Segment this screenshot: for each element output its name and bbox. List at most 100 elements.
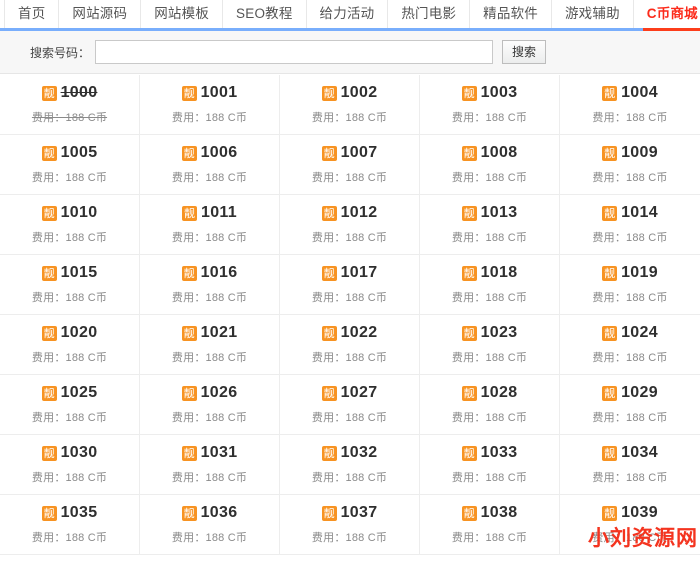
search-bar: 搜索号码： 搜索	[0, 31, 700, 74]
number-card-price: 费用：188 C币	[592, 109, 667, 125]
number-card[interactable]: 靓1029费用：188 C币	[560, 375, 700, 435]
number-card-price: 费用：188 C币	[312, 469, 387, 485]
number-card[interactable]: 靓1006费用：188 C币	[140, 135, 280, 195]
number-card-price: 费用：188 C币	[452, 349, 527, 365]
nav-item-1[interactable]: 网站源码	[59, 0, 141, 28]
number-card-price: 费用：188 C币	[312, 289, 387, 305]
number-card-price: 费用：188 C币	[592, 289, 667, 305]
number-card-title: 靓1026	[182, 384, 238, 402]
number-card[interactable]: 靓1007 费用：188 C币	[280, 135, 420, 195]
number-card[interactable]: 靓1018费用：188 C币	[420, 255, 560, 315]
liang-badge-icon: 靓	[602, 266, 617, 281]
number-card[interactable]: 靓1032费用：188 C币	[280, 435, 420, 495]
nav-item-6[interactable]: 精品软件	[470, 0, 552, 28]
number-card-number: 1023	[481, 324, 518, 342]
liang-badge-icon: 靓	[462, 146, 477, 161]
number-card[interactable]: 靓1022费用：188 C币	[280, 315, 420, 375]
number-card[interactable]: 靓1016费用：188 C币	[140, 255, 280, 315]
number-card[interactable]: 靓1017 费用：188 C币	[280, 255, 420, 315]
number-card-title: 靓1007	[322, 144, 378, 162]
number-card-title: 靓1017	[322, 264, 378, 282]
number-card-number: 1021	[201, 324, 238, 342]
number-card-title: 靓1025	[42, 384, 98, 402]
number-card-price: 费用：188 C币	[312, 169, 387, 185]
liang-badge-icon: 靓	[602, 146, 617, 161]
number-card[interactable]: 靓1019费用：188 C币	[560, 255, 700, 315]
number-card-number: 1003	[481, 84, 518, 102]
number-card[interactable]: 靓1028费用：188 C币	[420, 375, 560, 435]
number-card-price: 费用：188 C币	[32, 229, 107, 245]
nav-item-5[interactable]: 热门电影	[388, 0, 470, 28]
number-card[interactable]: 靓1038费用：188 C币	[420, 495, 560, 555]
number-card-title: 靓1022	[322, 324, 378, 342]
number-grid: 靓1000费用：188 C币靓1001费用：188 C币靓1002费用：188 …	[0, 74, 700, 555]
number-card[interactable]: 靓1033费用：188 C币	[420, 435, 560, 495]
number-card[interactable]: 靓1021费用：188 C币	[140, 315, 280, 375]
number-card-title: 靓1034	[602, 444, 658, 462]
number-card[interactable]: 靓1031费用：188 C币	[140, 435, 280, 495]
liang-badge-icon: 靓	[182, 326, 197, 341]
number-card-number: 1001	[201, 84, 238, 102]
number-card-title: 靓1002	[322, 84, 378, 102]
number-card[interactable]: 靓1014费用：188 C币	[560, 195, 700, 255]
number-card[interactable]: 靓1025费用：188 C币	[0, 375, 140, 435]
number-card[interactable]: 靓1030费用：188 C币	[0, 435, 140, 495]
number-card-price: 费用：188 C币	[312, 409, 387, 425]
number-card-number: 1009	[621, 144, 658, 162]
number-card[interactable]: 靓1035费用：188 C币	[0, 495, 140, 555]
liang-badge-icon: 靓	[182, 146, 197, 161]
liang-badge-icon: 靓	[462, 326, 477, 341]
liang-badge-icon: 靓	[602, 326, 617, 341]
search-input[interactable]	[95, 40, 493, 64]
number-card-title: 靓1020	[42, 324, 98, 342]
number-card[interactable]: 靓1034费用：188 C币	[560, 435, 700, 495]
number-card-price: 费用：188 C币	[32, 529, 107, 545]
number-card[interactable]: 靓1012费用：188 C币	[280, 195, 420, 255]
number-card[interactable]: 靓1036费用：188 C币	[140, 495, 280, 555]
nav-item-3[interactable]: SEO教程	[223, 0, 307, 28]
number-card-number: 1024	[621, 324, 658, 342]
nav-item-0[interactable]: 首页	[4, 0, 59, 28]
liang-badge-icon: 靓	[182, 386, 197, 401]
number-card-price: 费用：188 C币	[172, 469, 247, 485]
number-card-price: 费用：188 C币	[592, 409, 667, 425]
search-button[interactable]: 搜索	[502, 40, 546, 64]
number-card[interactable]: 靓1003费用：188 C币	[420, 75, 560, 135]
nav-item-7[interactable]: 游戏辅助	[552, 0, 634, 28]
number-card-title: 靓1028	[462, 384, 518, 402]
number-card[interactable]: 靓1039费用：188 C币	[560, 495, 700, 555]
number-card[interactable]: 靓1005费用：188 C币	[0, 135, 140, 195]
number-card[interactable]: 靓1024费用：188 C币	[560, 315, 700, 375]
number-card[interactable]: 靓1000费用：188 C币	[0, 75, 140, 135]
number-card[interactable]: 靓1001费用：188 C币	[140, 75, 280, 135]
number-card[interactable]: 靓1015费用：188 C币	[0, 255, 140, 315]
page-root: 首页网站源码网站模板SEO教程给力活动热门电影精品软件游戏辅助C币商城靓号中心 …	[0, 0, 700, 564]
number-card-title: 靓1016	[182, 264, 238, 282]
number-card[interactable]: 靓1009费用：188 C币	[560, 135, 700, 195]
nav-item-4[interactable]: 给力活动	[307, 0, 389, 28]
number-card-price: 费用：188 C币	[592, 529, 667, 545]
number-card-number: 1035	[61, 504, 98, 522]
number-card[interactable]: 靓1020费用：188 C币	[0, 315, 140, 375]
active-tab-underline	[643, 28, 700, 31]
number-card[interactable]: 靓1004费用：188 C币	[560, 75, 700, 135]
number-card[interactable]: 靓1011费用：188 C币	[140, 195, 280, 255]
nav-item-8[interactable]: C币商城	[634, 0, 700, 28]
number-card[interactable]: 靓1013费用：188 C币	[420, 195, 560, 255]
number-card-title: 靓 1003	[462, 84, 518, 102]
number-card-number: 1025	[61, 384, 98, 402]
number-card-number: 1034	[621, 444, 658, 462]
number-card[interactable]: 靓1002费用：188 C币	[280, 75, 420, 135]
liang-badge-icon: 靓	[462, 86, 477, 101]
number-card[interactable]: 靓1008费用：188 C币	[420, 135, 560, 195]
liang-badge-icon: 靓	[182, 266, 197, 281]
number-card[interactable]: 靓1010费用：188 C币	[0, 195, 140, 255]
number-card[interactable]: 靓1037费用：188 C币	[280, 495, 420, 555]
nav-item-2[interactable]: 网站模板	[141, 0, 223, 28]
number-card[interactable]: 靓1027费用：188 C币	[280, 375, 420, 435]
number-card[interactable]: 靓 1023 费用：188 C币	[420, 315, 560, 375]
number-card-number: 1032	[341, 444, 378, 462]
number-card[interactable]: 靓1026费用：188 C币	[140, 375, 280, 435]
number-card-title: 靓1015	[42, 264, 98, 282]
nav-item-label: 热门电影	[401, 7, 456, 21]
